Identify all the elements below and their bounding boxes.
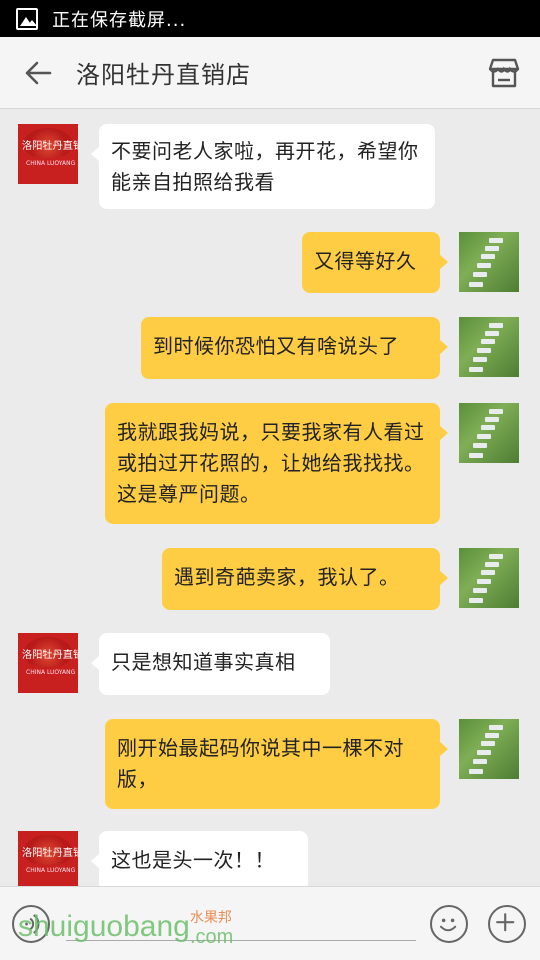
status-bar: 正在保存截屏... <box>0 0 540 37</box>
message-bubble[interactable]: 刚开始最起码你说其中一棵不对版， <box>105 719 448 809</box>
arrow-left-icon <box>25 61 52 84</box>
emoji-icon[interactable] <box>430 905 468 943</box>
message-bubble[interactable]: 又得等好久 <box>302 232 448 293</box>
plus-icon[interactable] <box>488 905 526 943</box>
status-text: 正在保存截屏... <box>52 9 187 31</box>
chat-header: 洛阳牡丹直销店 <box>0 37 540 109</box>
shop-avatar[interactable]: 洛阳牡丹直销店 CHINA LUOYANG <box>18 633 78 693</box>
message-bubble[interactable]: 只是想知道事实真相 <box>91 633 330 695</box>
store-icon[interactable] <box>486 55 522 91</box>
chat-title: 洛阳牡丹直销店 <box>76 61 251 89</box>
user-avatar[interactable] <box>459 317 519 377</box>
message-bubble[interactable]: 我就跟我妈说，只要我家有人看过或拍过开花照的，让她给我找找。这是尊严问题。 <box>105 403 448 524</box>
shop-avatar[interactable]: 洛阳牡丹直销店 CHINA LUOYANG <box>18 831 78 886</box>
user-avatar[interactable] <box>459 548 519 608</box>
user-avatar[interactable] <box>459 719 519 779</box>
back-button[interactable] <box>0 37 76 109</box>
message-bubble[interactable]: 不要问老人家啦，再开花，希望你能亲自拍照给我看 <box>91 124 435 209</box>
chat-area[interactable]: 洛阳牡丹直销店 CHINA LUOYANG 不要问老人家啦，再开花，希望你能亲自… <box>0 109 540 886</box>
message-bubble[interactable]: 这也是头一次！！ <box>91 831 308 886</box>
user-avatar[interactable] <box>459 232 519 292</box>
screenshot-icon <box>16 7 38 30</box>
message-bubble[interactable]: 遇到奇葩卖家，我认了。 <box>162 548 448 610</box>
watermark: shuiguobang水果邦 .com <box>18 910 234 948</box>
message-bubble[interactable]: 到时候你恐怕又有啥说头了 <box>141 317 448 379</box>
user-avatar[interactable] <box>459 403 519 463</box>
shop-avatar[interactable]: 洛阳牡丹直销店 CHINA LUOYANG <box>18 124 78 184</box>
